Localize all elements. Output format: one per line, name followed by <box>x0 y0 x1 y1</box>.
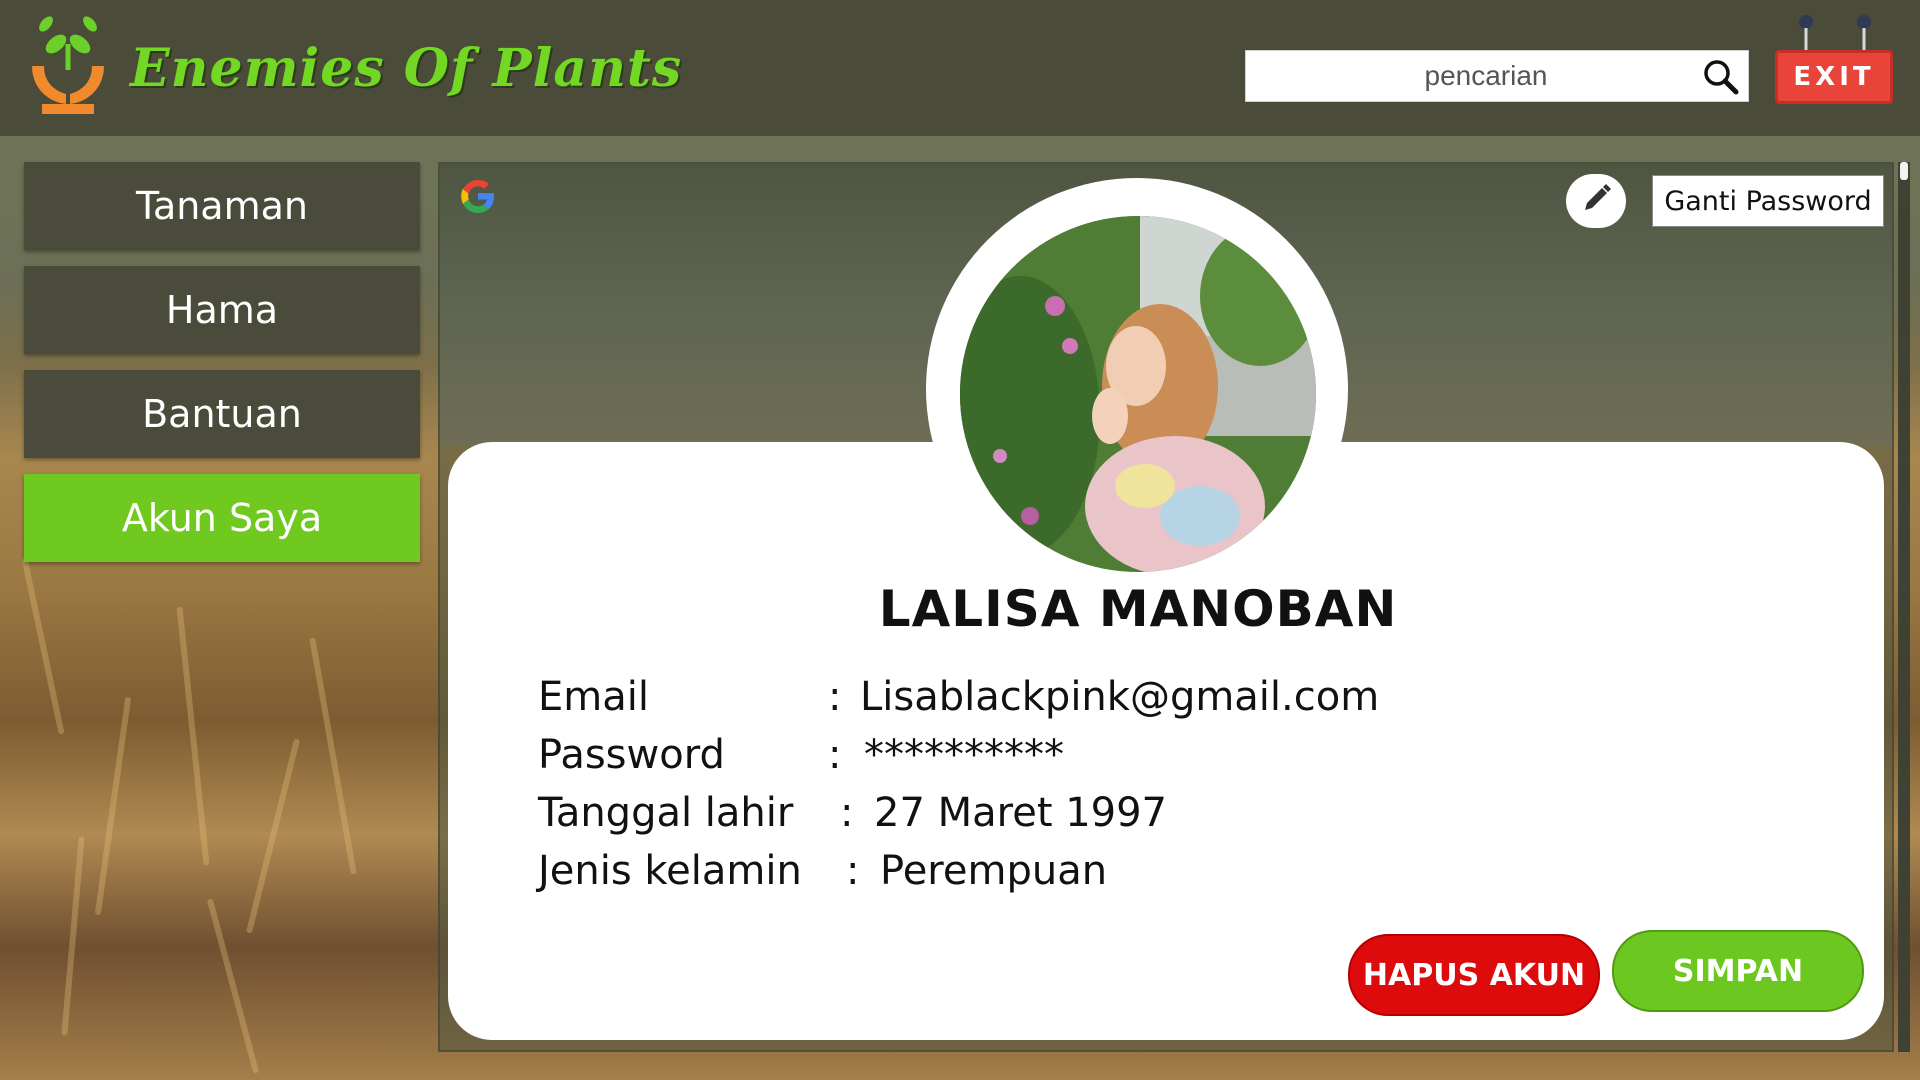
sidebar-item-hama[interactable]: Hama <box>24 266 420 354</box>
field-separator: : <box>846 848 860 894</box>
sidebar-item-tanaman[interactable]: Tanaman <box>24 162 420 250</box>
scrollbar-track[interactable] <box>1898 162 1910 1052</box>
app-header: Enemies Of Plants EXIT <box>0 0 1920 136</box>
edit-profile-button[interactable] <box>1566 174 1626 228</box>
field-separator: : <box>828 674 842 720</box>
google-icon <box>461 180 494 213</box>
profile-name: LALISA MANOBAN <box>878 580 1398 638</box>
exit-sign: EXIT <box>1773 14 1895 106</box>
scrollbar-thumb[interactable] <box>1900 162 1908 180</box>
search-icon[interactable] <box>1702 58 1740 96</box>
field-value: Lisablackpink@gmail.com <box>860 674 1380 720</box>
pencil-icon <box>1585 184 1611 210</box>
app-brand-title: Enemies Of Plants <box>130 38 683 99</box>
exit-button[interactable]: EXIT <box>1775 50 1893 104</box>
sign-hanger-icon <box>1799 15 1871 52</box>
field-value: 27 Maret 1997 <box>874 790 1168 836</box>
sidebar-item-akun-saya[interactable]: Akun Saya <box>24 474 420 562</box>
sidebar-item-bantuan[interactable]: Bantuan <box>24 370 420 458</box>
field-label: Jenis kelamin <box>538 848 802 894</box>
field-value: ********** <box>864 732 1064 778</box>
field-separator: : <box>840 790 854 836</box>
search-box <box>1245 50 1749 102</box>
change-password-button[interactable]: Ganti Password <box>1652 175 1884 227</box>
field-label: Password <box>538 732 725 778</box>
save-button[interactable]: SIMPAN <box>1612 930 1864 1012</box>
delete-account-button[interactable]: HAPUS AKUN <box>1348 934 1600 1016</box>
avatar-photo-icon <box>960 216 1316 572</box>
profile-avatar[interactable] <box>960 216 1316 572</box>
search-input[interactable] <box>1246 51 1696 101</box>
field-label: Email <box>538 674 649 720</box>
field-value: Perempuan <box>880 848 1108 894</box>
field-separator: : <box>828 732 842 778</box>
logo-hands-plant-icon <box>32 16 104 114</box>
field-label: Tanggal lahir <box>538 790 794 836</box>
